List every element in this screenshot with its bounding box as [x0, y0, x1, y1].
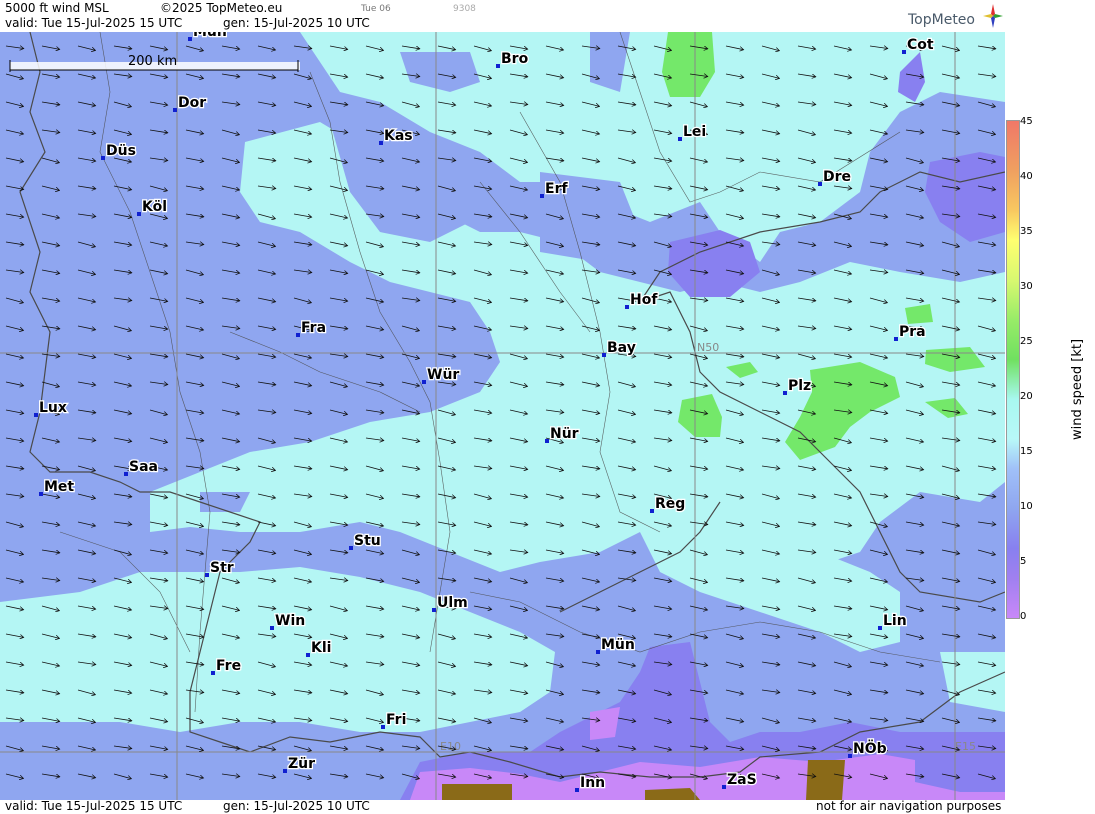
city-label: Plz [788, 378, 811, 394]
city-label: Bro [501, 51, 529, 67]
city-marker [783, 391, 787, 395]
city-label: ZaS [727, 772, 757, 788]
city-marker [381, 725, 385, 729]
city-marker [540, 194, 544, 198]
grid-label-e10: E10 [440, 740, 461, 753]
city-marker [848, 754, 852, 758]
city-marker [39, 492, 43, 496]
city-label: Lux [39, 400, 67, 416]
city-label: Saa [129, 459, 158, 475]
city-label: Fra [301, 320, 326, 336]
city-marker [422, 380, 426, 384]
copyright: ©2025 TopMeteo.eu [160, 1, 283, 15]
colorbar-tick: 5 [1020, 556, 1027, 567]
city-label: Fre [216, 658, 241, 674]
footer-valid-time: valid: Tue 15-Jul-2025 15 UTC [5, 799, 183, 813]
city-label: Win [275, 613, 305, 629]
city-label: Met [44, 479, 74, 495]
disclaimer: not for air navigation purposes [816, 799, 1002, 813]
scale-label: 200 km [128, 54, 177, 69]
city-label: Fri [386, 712, 406, 728]
city-marker [124, 472, 128, 476]
city-marker [432, 608, 436, 612]
city-marker [270, 626, 274, 630]
valid-time: valid: Tue 15-Jul-2025 15 UTC [5, 16, 183, 30]
city-marker [137, 212, 141, 216]
colorbar-tick: 15 [1020, 446, 1033, 457]
city-label: Düs [106, 143, 136, 159]
city-label: Kas [384, 128, 413, 144]
city-marker [625, 305, 629, 309]
city-marker [545, 439, 549, 443]
city-marker [205, 573, 209, 577]
footer-gen-time: gen: 15-Jul-2025 10 UTC [223, 799, 370, 813]
colorbar-tick: 0 [1020, 611, 1027, 622]
city-marker [379, 141, 383, 145]
city-marker [496, 64, 500, 68]
city-label: Mün [193, 32, 227, 40]
city-label: Erf [545, 181, 568, 197]
city-marker [818, 182, 822, 186]
city-label: Cot [907, 37, 934, 53]
city-marker [349, 546, 353, 550]
colorbar-tick: 30 [1020, 281, 1033, 292]
colorbar-tick: 45 [1020, 116, 1033, 127]
city-label: Reg [655, 496, 685, 512]
run-code: 9308 [453, 4, 476, 14]
city-marker [678, 137, 682, 141]
city-marker [902, 50, 906, 54]
city-marker [894, 337, 898, 341]
colorbar-tick: 25 [1020, 336, 1033, 347]
city-marker [650, 509, 654, 513]
city-label: Mün [601, 637, 635, 653]
city-label: Bay [607, 340, 636, 356]
city-label: Pra [899, 324, 926, 340]
colorbar-tick: 35 [1020, 226, 1033, 237]
city-label: Köl [142, 199, 167, 215]
city-label: Dre [823, 169, 851, 185]
product-title: 5000 ft wind MSL [5, 1, 109, 15]
compass-logo-icon [983, 4, 1003, 28]
city-marker [173, 108, 177, 112]
city-marker [211, 671, 215, 675]
city-label: Zür [288, 756, 315, 772]
map-header: 5000 ft wind MSL ©2025 TopMeteo.eu Tue 0… [0, 0, 1005, 32]
city-marker [34, 413, 38, 417]
city-label: Ulm [437, 595, 468, 611]
city-marker [188, 37, 192, 41]
city-label: Dor [178, 95, 206, 111]
city-label: Hof [630, 292, 658, 308]
city-label: Lei [683, 124, 706, 140]
city-marker [575, 788, 579, 792]
topmeteo-logo: TopMeteo [908, 12, 975, 28]
colorbar-tick: 20 [1020, 391, 1033, 402]
map-canvas: N50 E10 E15 200 km Mün Bro Cot Dor Kas Lei Düs… [0, 32, 1005, 800]
grid-label-e15: E15 [955, 740, 976, 753]
grid-label-n50: N50 [697, 341, 719, 354]
city-label: Stu [354, 533, 381, 549]
city-marker [283, 769, 287, 773]
map-footer: valid: Tue 15-Jul-2025 15 UTC gen: 15-Ju… [0, 799, 1005, 814]
city-marker [101, 156, 105, 160]
city-label: Kli [311, 640, 331, 656]
city-label: Inn [580, 775, 605, 791]
city-marker [722, 785, 726, 789]
colorbar-tick: 40 [1020, 171, 1033, 182]
colorbar-axis-label: wind speed [kt] [1070, 338, 1085, 440]
city-marker [306, 653, 310, 657]
gen-time: gen: 15-Jul-2025 10 UTC [223, 16, 370, 30]
city-label: Nür [550, 426, 579, 442]
city-label: NÖb [853, 739, 887, 757]
colorbar-tick: 10 [1020, 501, 1033, 512]
wind-speed-colorbar [1006, 120, 1020, 619]
city-marker [878, 626, 882, 630]
city-label: Lin [883, 613, 907, 629]
city-label: Str [210, 560, 234, 576]
city-marker [602, 353, 606, 357]
city-marker [596, 650, 600, 654]
city-marker [296, 333, 300, 337]
city-label: Wür [427, 367, 459, 383]
wind-map[interactable]: N50 E10 E15 200 km Mün Bro Cot Dor Kas Lei Düs… [0, 32, 1005, 800]
run-small: Tue 06 [361, 4, 391, 14]
